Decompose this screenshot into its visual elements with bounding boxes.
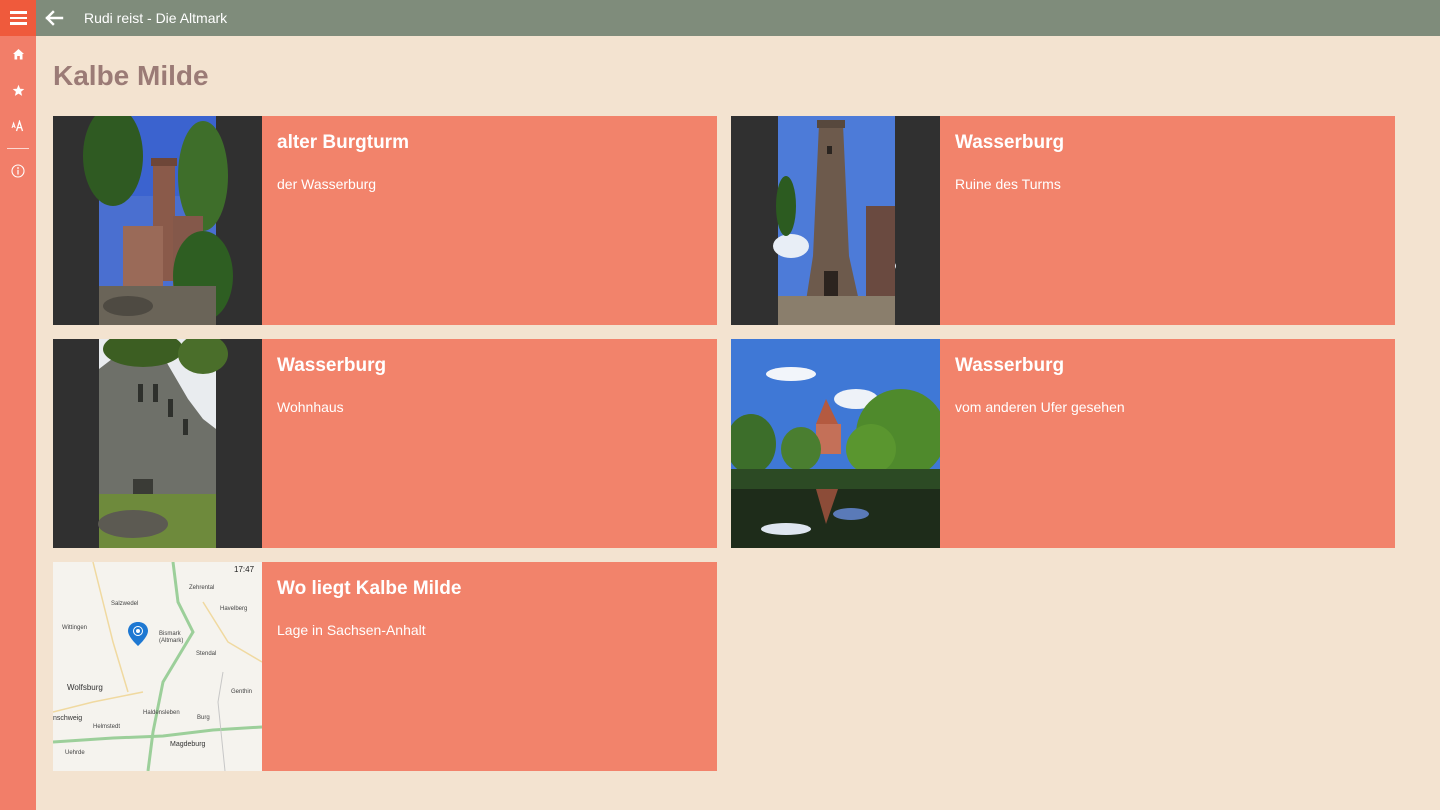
star-icon bbox=[12, 84, 24, 96]
hamburger-menu-icon[interactable] bbox=[0, 0, 36, 36]
tile-wasserburg-turm[interactable]: Wasserburg Ruine des Turms bbox=[731, 116, 1395, 325]
app-title: Rudi reist - Die Altmark bbox=[84, 10, 228, 26]
tile-map: 17:47 Salzwedel Zehrental Havelberg Witt… bbox=[53, 562, 262, 771]
tile-subtitle: Ruine des Turms bbox=[955, 176, 1061, 192]
page-title: Kalbe Milde bbox=[53, 60, 209, 91]
tile-wasserburg-wohnhaus[interactable]: Wasserburg Wohnhaus bbox=[53, 339, 717, 548]
tile-title: alter Burgturm bbox=[277, 132, 409, 153]
tile-subtitle: vom anderen Ufer gesehen bbox=[955, 399, 1125, 415]
rail-divider bbox=[7, 148, 29, 149]
castle-lake-photo bbox=[731, 339, 940, 548]
map-label: Haldensleben bbox=[143, 710, 180, 716]
map-label: (Altmark) bbox=[159, 638, 183, 644]
info-icon bbox=[11, 164, 25, 178]
map-time: 17:47 bbox=[234, 565, 255, 574]
tile-alter-burgturm[interactable]: alter Burgturm der Wasserburg bbox=[53, 116, 717, 325]
map-image: 17:47 Salzwedel Zehrental Havelberg Witt… bbox=[53, 562, 262, 771]
map-label: Magdeburg bbox=[170, 741, 206, 748]
tile-image bbox=[53, 339, 262, 548]
font-size-icon bbox=[11, 120, 24, 132]
tile-image bbox=[731, 339, 940, 548]
tile-wasserburg-ufer[interactable]: Wasserburg vom anderen Ufer gesehen bbox=[731, 339, 1395, 548]
title-bar: Rudi reist - Die Altmark bbox=[36, 0, 1440, 36]
font-size-button[interactable] bbox=[0, 108, 36, 144]
tile-title: Wo liegt Kalbe Milde bbox=[277, 578, 462, 599]
map-label: Salzwedel bbox=[111, 601, 138, 607]
info-button[interactable] bbox=[0, 153, 36, 189]
tower-ruin-photo bbox=[731, 116, 940, 325]
map-label: Burg bbox=[197, 715, 210, 721]
map-label: Helmstedt bbox=[93, 724, 120, 730]
tile-subtitle: Lage in Sachsen-Anhalt bbox=[277, 622, 426, 638]
map-label: Havelberg bbox=[220, 606, 247, 612]
map-label: Wittingen bbox=[62, 625, 87, 631]
back-button[interactable] bbox=[36, 0, 72, 36]
back-arrow-icon bbox=[45, 10, 64, 26]
tile-title: Wasserburg bbox=[955, 355, 1065, 376]
tower-photo bbox=[53, 116, 262, 325]
map-label: Uehrde bbox=[65, 750, 85, 756]
tile-title: Wasserburg bbox=[955, 132, 1065, 153]
map-label: nschweig bbox=[53, 715, 82, 722]
map-label: Zehrental bbox=[189, 585, 214, 591]
app-rail bbox=[0, 0, 36, 810]
house-ruin-photo bbox=[53, 339, 262, 548]
favorites-button[interactable] bbox=[0, 72, 36, 108]
home-icon bbox=[12, 48, 24, 59]
map-label: Wolfsburg bbox=[67, 683, 103, 692]
map-label: Bismark bbox=[159, 631, 182, 637]
tile-subtitle: Wohnhaus bbox=[277, 399, 344, 415]
tile-image bbox=[731, 116, 940, 325]
map-label: Genthin bbox=[231, 689, 252, 695]
tile-location-map[interactable]: 17:47 Salzwedel Zehrental Havelberg Witt… bbox=[53, 562, 717, 771]
home-button[interactable] bbox=[0, 36, 36, 72]
tile-title: Wasserburg bbox=[277, 355, 387, 376]
tile-subtitle: der Wasserburg bbox=[277, 176, 377, 192]
tile-image bbox=[53, 116, 262, 325]
map-label: Stendal bbox=[196, 651, 216, 657]
